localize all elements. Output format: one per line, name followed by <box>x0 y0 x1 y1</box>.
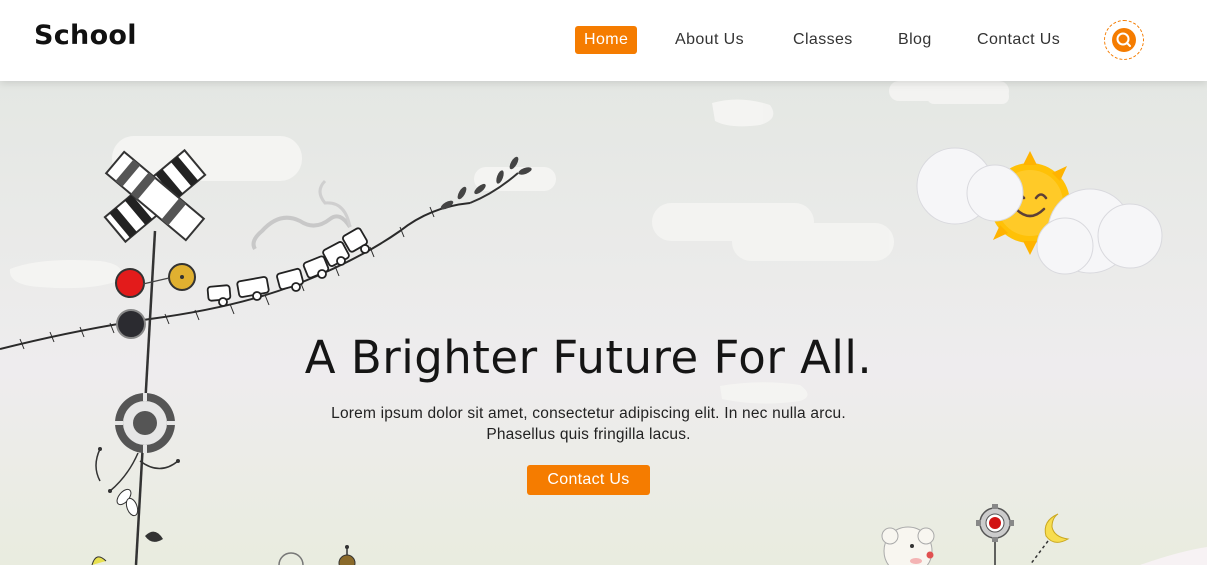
nav-item-contact-us[interactable]: Contact Us <box>977 26 1060 54</box>
main-nav: Home About Us Classes Blog Contact Us <box>0 26 1207 54</box>
hero-title: A Brighter Future For All. <box>304 331 873 384</box>
sun-icon <box>916 147 1163 275</box>
nav-item-blog[interactable]: Blog <box>898 26 932 54</box>
ground-decorations <box>91 545 356 565</box>
search-icon <box>1112 28 1136 52</box>
gear-flower-icon <box>976 504 1014 565</box>
nav-item-classes[interactable]: Classes <box>793 26 853 54</box>
moon-icon <box>1029 513 1070 565</box>
hero-section: A Brighter Future For All. Lorem ipsum d… <box>0 81 1207 565</box>
hero-description-line-1: Lorem ipsum dolor sit amet, consectetur … <box>331 405 846 422</box>
contact-us-button[interactable]: Contact Us <box>527 465 650 495</box>
hero-description: Lorem ipsum dolor sit amet, consectetur … <box>280 403 897 445</box>
site-header: School Home About Us Classes Blog Contac… <box>0 0 1207 81</box>
search-button[interactable] <box>1104 20 1144 60</box>
train-icon <box>206 227 370 307</box>
nav-item-home[interactable]: Home <box>575 26 638 54</box>
hero-description-line-2: Phasellus quis fringilla lacus. <box>486 426 691 443</box>
teddy-bear-icon <box>881 526 935 565</box>
nav-item-about-us[interactable]: About Us <box>675 26 744 54</box>
